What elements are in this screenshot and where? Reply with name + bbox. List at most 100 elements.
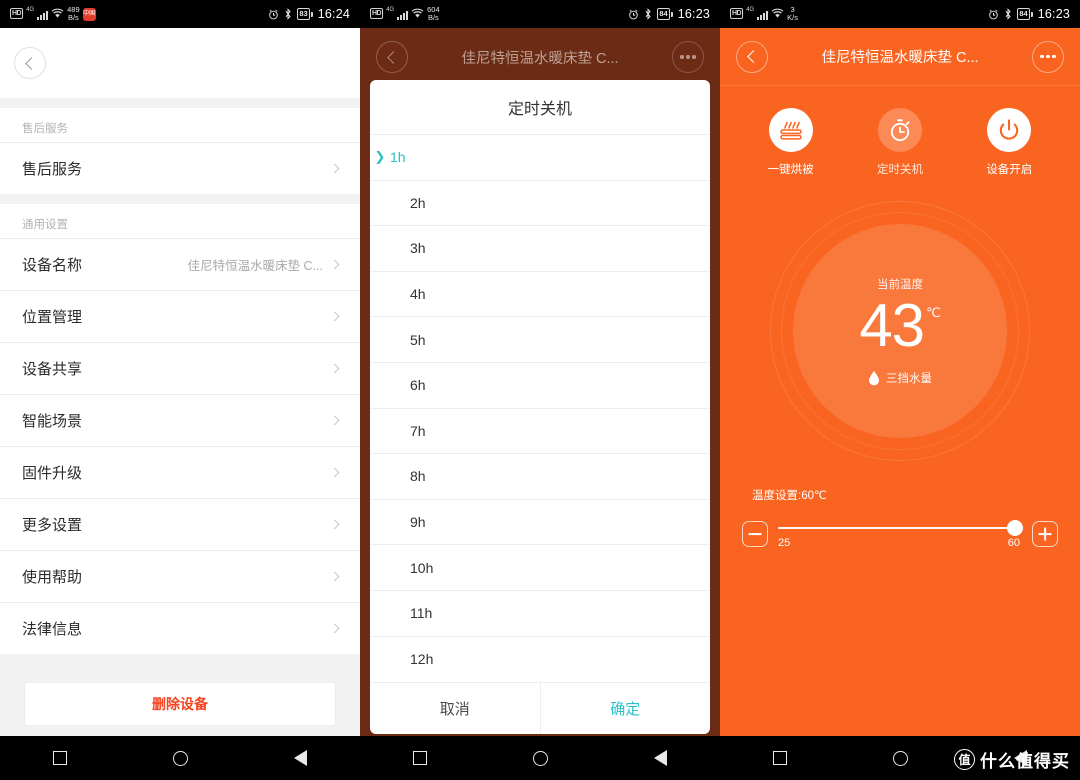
timer-option-3h[interactable]: 3h <box>370 225 710 271</box>
slider-track[interactable] <box>778 527 1022 529</box>
action-dry-quilt[interactable]: 一键烘被 <box>746 108 836 177</box>
status-right-icons: 84 16:23 <box>628 7 710 21</box>
timer-option-label: 7h <box>410 422 426 439</box>
timer-option-6h[interactable]: 6h <box>370 361 710 408</box>
action-timer-off[interactable]: 定时关机 <box>855 108 945 177</box>
delete-device-button[interactable]: 删除设备 <box>24 682 336 726</box>
temperature-dial[interactable]: 当前温度 43 ℃ 三挡水量 <box>720 181 1080 481</box>
status-right-icons: 84 16:23 <box>988 7 1070 21</box>
recents-button[interactable] <box>413 751 427 765</box>
panel-device-control: HD 4G 3 K/s 84 16:23 佳尼特恒温水暖床垫 C... 一键烘被… <box>720 0 1080 780</box>
watermark-logo: 值 <box>954 749 975 770</box>
chevron-right-icon <box>329 571 340 582</box>
watermark-text: 什么值得买 <box>980 752 1070 771</box>
recents-button[interactable] <box>773 751 787 765</box>
list-item-value: 佳尼特恒温水暖床垫 C... <box>187 259 323 273</box>
slider-handle[interactable] <box>1007 520 1023 536</box>
list-item-label: 使用帮助 <box>22 569 83 586</box>
list-item-label: 智能场景 <box>22 413 83 430</box>
more-options-button[interactable] <box>672 41 704 73</box>
alarm-icon <box>269 9 279 19</box>
timer-option-2h[interactable]: 2h <box>370 179 710 226</box>
timer-option-1h[interactable]: ❯ 1h <box>370 134 710 180</box>
timer-option-10h[interactable]: 10h <box>370 544 710 590</box>
list-item-location[interactable]: 位置管理 <box>0 290 360 342</box>
chevron-right-icon <box>329 467 340 478</box>
status-left-icons: HD 4G 604 B/s <box>370 5 440 23</box>
confirm-button[interactable]: 确定 <box>541 683 711 734</box>
network-type-label: 4G <box>26 7 35 13</box>
list-item-firmware[interactable]: 固件升级 <box>0 446 360 498</box>
back-button[interactable] <box>14 47 46 79</box>
status-bar-right: HD 4G 3 K/s 84 16:23 <box>720 0 1080 28</box>
temperature-setting-label: 温度设置:60℃ <box>752 490 827 502</box>
battery-level: 84 <box>1017 8 1030 20</box>
home-button[interactable] <box>173 750 188 766</box>
home-button[interactable] <box>893 750 908 766</box>
wifi-icon <box>51 8 64 18</box>
status-left-icons: HD 4G 3 K/s <box>730 5 798 23</box>
list-item-share[interactable]: 设备共享 <box>0 342 360 394</box>
chevron-right-icon <box>329 163 340 174</box>
back-nav-button[interactable] <box>294 750 307 766</box>
network-speed-unit: K/s <box>787 13 798 22</box>
timer-option-label: 5h <box>410 331 426 348</box>
panel-settings: HD 4G 489 B/s 中国 83 16:24 售后服务 售后服务 通用设置… <box>0 0 360 780</box>
cancel-button[interactable]: 取消 <box>370 683 541 734</box>
dialog-footer: 取消 确定 <box>370 682 710 734</box>
timer-option-5h[interactable]: 5h <box>370 316 710 362</box>
list-item-legal[interactable]: 法律信息 <box>0 602 360 654</box>
list-item-scene[interactable]: 智能场景 <box>0 394 360 446</box>
more-options-button[interactable] <box>1032 40 1064 73</box>
timer-option-list[interactable]: ❯ 1h 2h 3h 4h 5h 6h 7h 8h 9h 10h 11h 12h <box>370 134 710 682</box>
dial-value-wrap: 43 ℃ <box>859 296 940 356</box>
decrease-temperature-button[interactable] <box>742 521 768 547</box>
timer-option-12h[interactable]: 12h <box>370 635 710 682</box>
list-item-label: 设备名称 <box>22 257 83 274</box>
back-button[interactable] <box>376 41 408 73</box>
alarm-icon <box>629 9 639 19</box>
network-speed: 489 B/s <box>67 6 80 22</box>
back-nav-button[interactable] <box>654 750 667 766</box>
clock: 16:23 <box>677 7 710 21</box>
bluetooth-icon <box>285 8 292 20</box>
slider-track-wrap[interactable]: 25 60 <box>778 517 1023 551</box>
list-item-more-settings[interactable]: 更多设置 <box>0 498 360 550</box>
timer-option-8h[interactable]: 8h <box>370 453 710 499</box>
timer-option-9h[interactable]: 9h <box>370 498 710 545</box>
stopwatch-icon <box>890 119 910 142</box>
signal-bars-icon <box>37 8 49 20</box>
battery-icon: 83 <box>297 8 313 20</box>
list-item-label: 更多设置 <box>22 517 83 534</box>
chevron-right-icon <box>329 415 340 426</box>
back-button[interactable] <box>736 40 768 73</box>
increase-temperature-button[interactable] <box>1032 521 1058 547</box>
delete-button-wrap: 删除设备 <box>0 654 360 726</box>
panel-timer-dialog: HD 4G 604 B/s 84 16:23 佳尼特恒温水暖床垫 C... 定时 <box>360 0 720 780</box>
android-navbar-left <box>0 736 360 780</box>
dialog-title: 定时关机 <box>507 101 572 118</box>
action-power[interactable]: 设备开启 <box>964 108 1054 177</box>
timer-option-11h[interactable]: 11h <box>370 589 710 636</box>
timer-option-label: 9h <box>410 514 426 531</box>
power-icon-wrap <box>987 108 1032 152</box>
list-item-label: 售后服务 <box>22 161 83 178</box>
timer-option-label: 1h <box>390 149 406 166</box>
chevron-right-icon <box>329 519 340 530</box>
status-bar-middle: HD 4G 604 B/s 84 16:23 <box>360 0 720 28</box>
action-label: 一键烘被 <box>767 164 814 176</box>
timer-dialog: 定时关机 ❯ 1h 2h 3h 4h 5h 6h 7h 8h 9h 10h 11… <box>370 80 710 734</box>
list-item-help[interactable]: 使用帮助 <box>0 550 360 602</box>
dial-temperature-unit: ℃ <box>926 305 941 320</box>
network-speed: 3 K/s <box>787 6 798 22</box>
section-gap <box>0 194 360 204</box>
android-navbar-middle <box>360 736 720 780</box>
timer-option-7h[interactable]: 7h <box>370 407 710 454</box>
list-item[interactable]: 售后服务 <box>0 142 360 194</box>
recents-button[interactable] <box>53 751 67 765</box>
temperature-slider-row: 25 60 <box>720 503 1080 551</box>
timer-option-4h[interactable]: 4h <box>370 270 710 317</box>
network-type-label: 4G <box>386 7 395 13</box>
home-button[interactable] <box>533 750 548 766</box>
list-item-device-name[interactable]: 设备名称 佳尼特恒温水暖床垫 C... <box>0 238 360 290</box>
